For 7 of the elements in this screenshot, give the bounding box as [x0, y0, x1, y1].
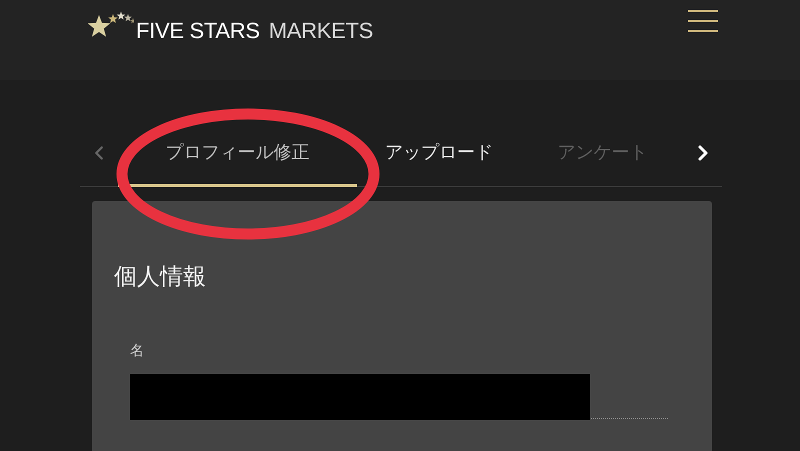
field-label: 名 — [130, 342, 144, 360]
tab[interactable]: アップロード — [356, 120, 522, 187]
card-title: 個人情報 — [114, 263, 207, 292]
menu-button[interactable] — [688, 10, 718, 32]
name-field[interactable] — [130, 374, 668, 419]
brand-name: MARKETS — [268, 18, 373, 44]
brand-name: FIVE STARS — [136, 18, 260, 44]
